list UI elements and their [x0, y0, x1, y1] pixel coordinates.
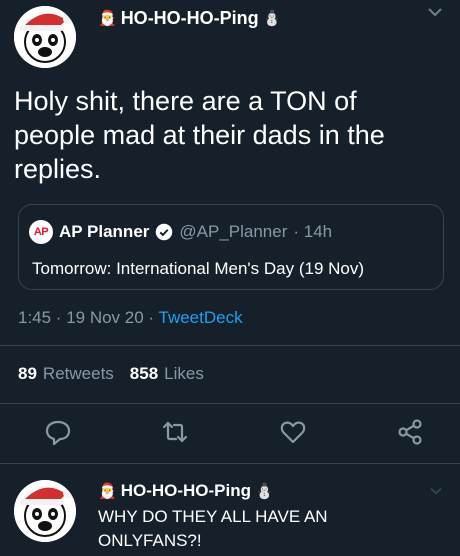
share-icon[interactable] — [396, 418, 424, 446]
panda-avatar-image — [14, 6, 76, 68]
quoted-text: Tomorrow: International Men's Day (19 No… — [32, 259, 365, 278]
author-row: 🎅 HO-HO-HO-Ping ⛄ — [98, 8, 281, 29]
quoted-handle: @AP_Planner — [179, 222, 288, 241]
santa-emoji-icon: 🎅 — [98, 10, 117, 27]
tweet-actions — [44, 418, 424, 446]
retweets-label[interactable]: Retweets — [43, 364, 114, 384]
quoted-header: AP AP Planner @AP_Planner · 14h — [29, 220, 332, 244]
reply-author-row: 🎅 HO-HO-HO-Ping ⛄ — [98, 481, 274, 501]
verified-badge-icon — [156, 223, 173, 241]
tweet-timestamp[interactable]: 1:45 · 19 Nov 20 · — [18, 308, 159, 327]
reply-text: WHY DO THEY ALL HAVE AN ONLYFANS?! — [98, 507, 328, 550]
ap-logo-avatar: AP — [29, 220, 53, 244]
author-avatar[interactable] — [14, 6, 76, 68]
panda-avatar-image — [14, 480, 76, 542]
reply-icon[interactable] — [44, 418, 72, 446]
likes-label[interactable]: Likes — [164, 364, 204, 384]
reply-author-avatar[interactable] — [14, 480, 76, 542]
quoted-author-name: AP Planner — [59, 222, 150, 241]
chevron-down-icon[interactable] — [430, 482, 442, 500]
divider — [0, 463, 460, 464]
quoted-tweet-card[interactable]: AP AP Planner @AP_Planner · 14h Tomorrow… — [18, 204, 444, 290]
retweets-count[interactable]: 89 — [18, 364, 37, 384]
chevron-down-icon[interactable] — [428, 4, 442, 22]
tweet-stats: 89 Retweets 858 Likes — [18, 364, 204, 384]
like-icon[interactable] — [279, 418, 307, 446]
tweet-text: Holy shit, there are a TON of people mad… — [14, 86, 385, 184]
tweet-meta: 1:45 · 19 Nov 20 · TweetDeck — [18, 308, 243, 328]
reply-author-name[interactable]: HO-HO-HO-Ping — [121, 481, 251, 501]
divider — [0, 403, 460, 404]
snowman-emoji-icon: ⛄ — [255, 482, 274, 500]
author-name[interactable]: HO-HO-HO-Ping — [121, 8, 259, 29]
tweet-source-link[interactable]: TweetDeck — [159, 308, 243, 327]
snowman-emoji-icon: ⛄ — [262, 10, 282, 27]
retweet-icon[interactable] — [161, 418, 189, 446]
divider — [0, 345, 460, 346]
santa-emoji-icon: 🎅 — [98, 482, 117, 500]
quoted-age: · 14h — [293, 222, 333, 241]
likes-count[interactable]: 858 — [130, 364, 158, 384]
